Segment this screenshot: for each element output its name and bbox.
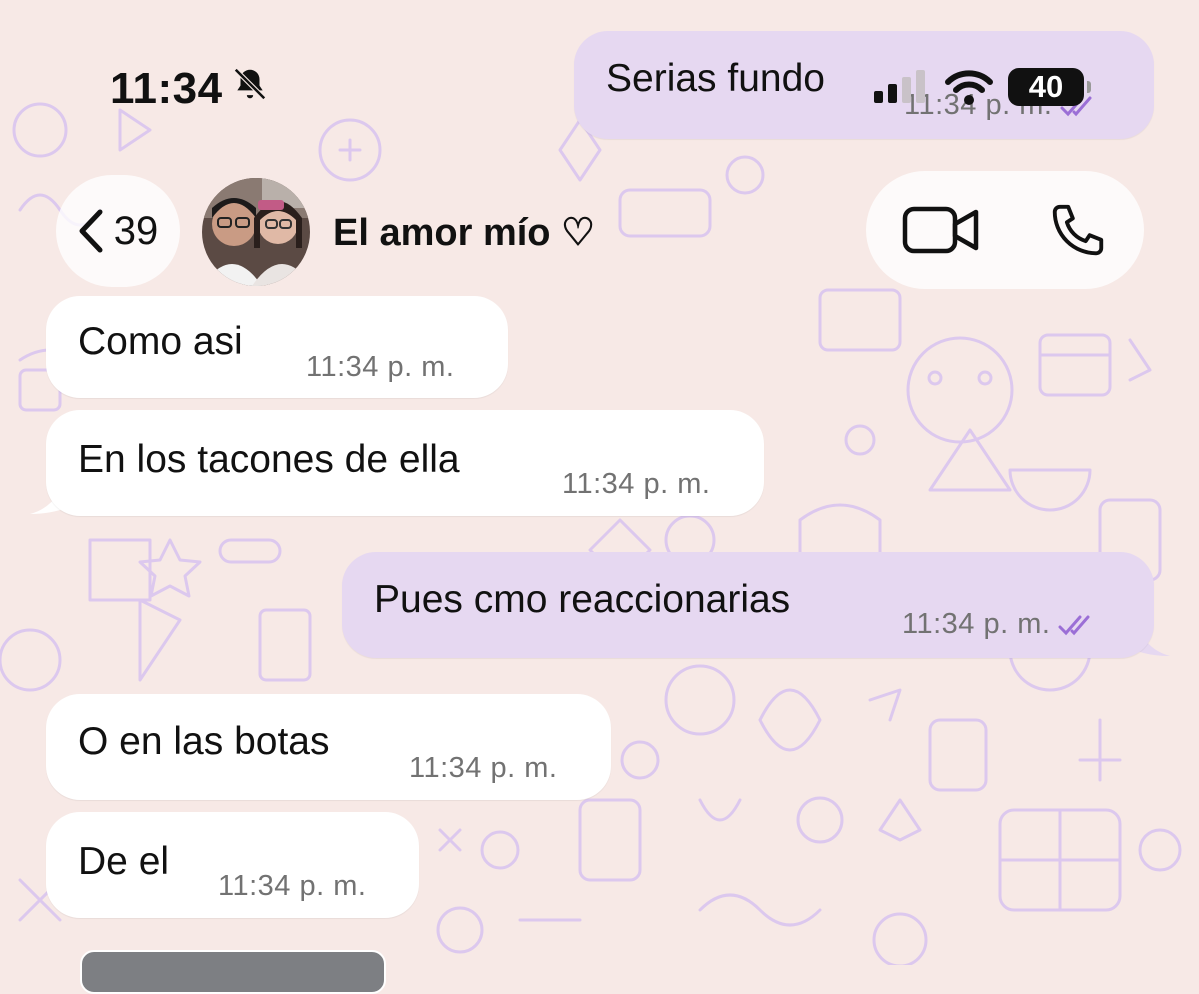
message-time: 11:34 p. m. <box>902 608 1096 641</box>
message-time: 11:34 p. m. <box>409 752 558 784</box>
wifi-icon <box>945 70 993 105</box>
message-bubble-incoming[interactable]: O en las botas 11:34 p. m. <box>46 694 611 800</box>
signal-icon <box>874 70 925 103</box>
message-time: 11:34 p. m. <box>306 351 455 383</box>
message-bubble-incoming[interactable]: Como asi 11:34 p. m. <box>46 296 508 398</box>
message-bubble-incoming[interactable]: En los tacones de ella 11:34 p. m. <box>46 410 764 516</box>
unread-count: 39 <box>113 208 159 253</box>
status-time: 11:34 <box>110 64 223 113</box>
status-time-group: 11:34 <box>110 64 269 114</box>
bell-slash-icon <box>231 64 269 114</box>
media-message-thumbnail[interactable] <box>80 950 386 994</box>
message-bubble-incoming[interactable]: De el 11:34 p. m. <box>46 812 419 918</box>
message-text: En los tacones de ella <box>78 438 460 481</box>
message-bubble-outgoing[interactable]: Pues cmo reaccionarias 11:34 p. m. <box>342 552 1154 658</box>
status-icons: 40 <box>872 68 1091 106</box>
double-check-icon <box>1058 615 1090 636</box>
message-time: 11:34 p. m. <box>562 468 711 500</box>
message-text: De el <box>78 840 170 883</box>
message-text: Como asi <box>78 320 243 363</box>
phone-icon <box>1052 204 1104 256</box>
voice-call-button[interactable] <box>1038 197 1118 263</box>
avatar[interactable] <box>202 178 310 286</box>
call-actions <box>866 171 1144 289</box>
video-call-icon <box>902 206 979 254</box>
battery-icon: 40 <box>1008 68 1091 106</box>
message-text: Pues cmo reaccionarias <box>374 578 791 621</box>
contact-name[interactable]: El amor mío ♡ <box>333 210 595 255</box>
back-button[interactable]: 39 <box>56 175 180 287</box>
message-time-text: 11:34 p. m. <box>902 608 1051 640</box>
message-time: 11:34 p. m. <box>218 870 367 902</box>
video-call-button[interactable] <box>896 199 986 261</box>
chevron-left-icon <box>79 209 103 253</box>
message-text: O en las botas <box>78 720 330 763</box>
message-text: Serias fundo <box>606 57 825 100</box>
battery-level: 40 <box>1028 69 1064 104</box>
